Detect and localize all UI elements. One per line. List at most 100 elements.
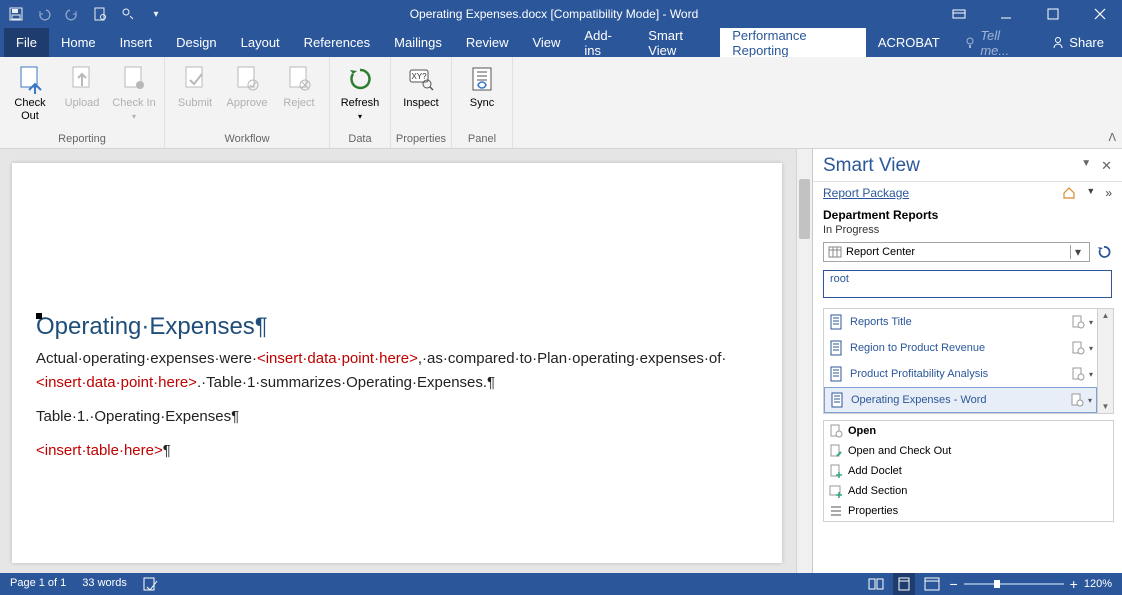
chevron-down-icon[interactable]: ▾: [1089, 344, 1093, 353]
tell-me-input[interactable]: Tell me...: [952, 28, 1040, 57]
action-icon[interactable]: [1069, 339, 1087, 357]
tab-acrobat[interactable]: ACROBAT: [866, 28, 952, 57]
inspect-icon: XY?: [405, 63, 437, 95]
group-properties: Properties: [391, 133, 451, 148]
chevron-down-icon[interactable]: ▾: [1089, 318, 1093, 327]
zoom-in-button[interactable]: +: [1070, 576, 1078, 592]
action-icon[interactable]: [1068, 391, 1086, 409]
checkin-button: Check In ▾: [108, 61, 160, 133]
chevron-down-icon[interactable]: ▾: [1089, 370, 1093, 379]
undo-icon[interactable]: [36, 6, 52, 22]
doclet-icon: [829, 391, 847, 409]
collapse-ribbon-icon[interactable]: ᐱ: [1108, 131, 1116, 144]
panel-menu-icon[interactable]: ▼: [1081, 158, 1091, 174]
doc-scrollbar[interactable]: [796, 149, 812, 573]
doclet-icon: [828, 313, 846, 331]
tab-review[interactable]: Review: [454, 28, 521, 57]
action-icon[interactable]: [1069, 313, 1087, 331]
tree-item-reports-title[interactable]: Reports Title ▾: [824, 309, 1097, 335]
tree-item-product-profitability[interactable]: Product Profitability Analysis ▾: [824, 361, 1097, 387]
doclet-icon: [828, 339, 846, 357]
home-icon[interactable]: [1062, 186, 1076, 200]
sync-button[interactable]: Sync: [456, 61, 508, 133]
tab-file[interactable]: File: [4, 28, 49, 57]
report-center-combo[interactable]: Report Center ▾: [823, 242, 1090, 262]
panel-dropdown-icon[interactable]: ▼: [1086, 186, 1095, 200]
panel-expand-icon[interactable]: »: [1105, 186, 1112, 200]
approve-button: Approve: [221, 61, 273, 133]
panel-refresh-icon[interactable]: [1096, 244, 1112, 260]
save-icon[interactable]: [8, 6, 24, 22]
group-data: Data: [330, 133, 390, 148]
zoom-level[interactable]: 120%: [1084, 578, 1112, 590]
minimize-icon[interactable]: [983, 0, 1028, 28]
tab-performance-reporting[interactable]: Performance Reporting: [720, 28, 866, 57]
tab-home[interactable]: Home: [49, 28, 108, 57]
package-name: Department Reports: [823, 208, 938, 222]
action-add-doclet[interactable]: Add Doclet: [824, 461, 1113, 481]
redo-icon[interactable]: [64, 6, 80, 22]
doc-paragraph-2: Table·1.·Operating·Expenses¶: [36, 405, 766, 429]
chevron-down-icon[interactable]: ▾: [1088, 396, 1092, 405]
status-proofing-icon[interactable]: [143, 577, 159, 591]
view-web-icon[interactable]: [921, 573, 943, 595]
tab-addins[interactable]: Add-ins: [572, 28, 636, 57]
group-panel: Panel: [452, 133, 512, 148]
tab-layout[interactable]: Layout: [229, 28, 292, 57]
doc-heading: Operating·Expenses¶: [36, 313, 766, 341]
open-checkout-icon: [828, 443, 844, 459]
chevron-down-icon[interactable]: ▾: [1070, 245, 1085, 259]
zoom-out-button[interactable]: −: [949, 576, 957, 592]
close-icon[interactable]: [1077, 0, 1122, 28]
document-page[interactable]: Operating·Expenses¶ Actual·operating·exp…: [12, 163, 782, 563]
action-open[interactable]: Open: [824, 421, 1113, 441]
action-add-section[interactable]: Add Section: [824, 481, 1113, 501]
qat-misc-icon[interactable]: [120, 6, 136, 22]
status-words[interactable]: 33 words: [82, 577, 127, 591]
tab-references[interactable]: References: [292, 28, 382, 57]
tree-item-region-revenue[interactable]: Region to Product Revenue ▾: [824, 335, 1097, 361]
add-doclet-icon: [828, 463, 844, 479]
properties-icon: [828, 503, 844, 519]
status-page[interactable]: Page 1 of 1: [10, 577, 66, 591]
panel-search-input[interactable]: root: [823, 270, 1112, 298]
tab-smartview[interactable]: Smart View: [636, 28, 720, 57]
panel-title: Smart View: [823, 155, 1081, 177]
doc-paragraph-3: <insert·table·here>¶: [36, 439, 766, 463]
sync-icon: [466, 63, 498, 95]
view-print-icon[interactable]: [893, 573, 915, 595]
tab-insert[interactable]: Insert: [108, 28, 165, 57]
tab-design[interactable]: Design: [164, 28, 228, 57]
smartview-panel: Smart View ▼ ✕ Report Package ▼ » Depart…: [812, 149, 1122, 573]
open-icon: [828, 423, 844, 439]
maximize-icon[interactable]: [1030, 0, 1075, 28]
upload-button: Upload: [56, 61, 108, 133]
chevron-down-icon: ▾: [358, 112, 362, 121]
refresh-icon: [344, 63, 376, 95]
tab-view[interactable]: View: [520, 28, 572, 57]
group-reporting: Reporting: [0, 133, 164, 148]
add-section-icon: [828, 483, 844, 499]
doc-paragraph-1: Actual·operating·expenses·were·<insert·d…: [36, 347, 766, 395]
inspect-button[interactable]: XY? Inspect: [395, 61, 447, 133]
share-button[interactable]: Share: [1039, 28, 1116, 57]
zoom-slider[interactable]: [964, 583, 1064, 585]
qat-doc-icon[interactable]: [92, 6, 108, 22]
action-open-checkout[interactable]: Open and Check Out: [824, 441, 1113, 461]
view-read-icon[interactable]: [865, 573, 887, 595]
tab-mailings[interactable]: Mailings: [382, 28, 454, 57]
action-properties[interactable]: Properties: [824, 501, 1113, 521]
reject-icon: [283, 63, 315, 95]
ribbon-display-icon[interactable]: [936, 0, 981, 28]
submit-icon: [179, 63, 211, 95]
action-icon[interactable]: [1069, 365, 1087, 383]
checkout-button[interactable]: Check Out: [4, 61, 56, 133]
tree-item-operating-expenses[interactable]: Operating Expenses - Word ▾: [824, 387, 1097, 413]
svg-text:XY?: XY?: [411, 72, 427, 81]
qat-customize-icon[interactable]: ▾: [148, 6, 164, 22]
report-package-link[interactable]: Report Package: [823, 186, 1062, 200]
approve-icon: [231, 63, 263, 95]
refresh-button[interactable]: Refresh▾: [334, 61, 386, 133]
tree-scrollbar[interactable]: ▲▼: [1097, 309, 1113, 413]
panel-close-icon[interactable]: ✕: [1101, 158, 1112, 174]
